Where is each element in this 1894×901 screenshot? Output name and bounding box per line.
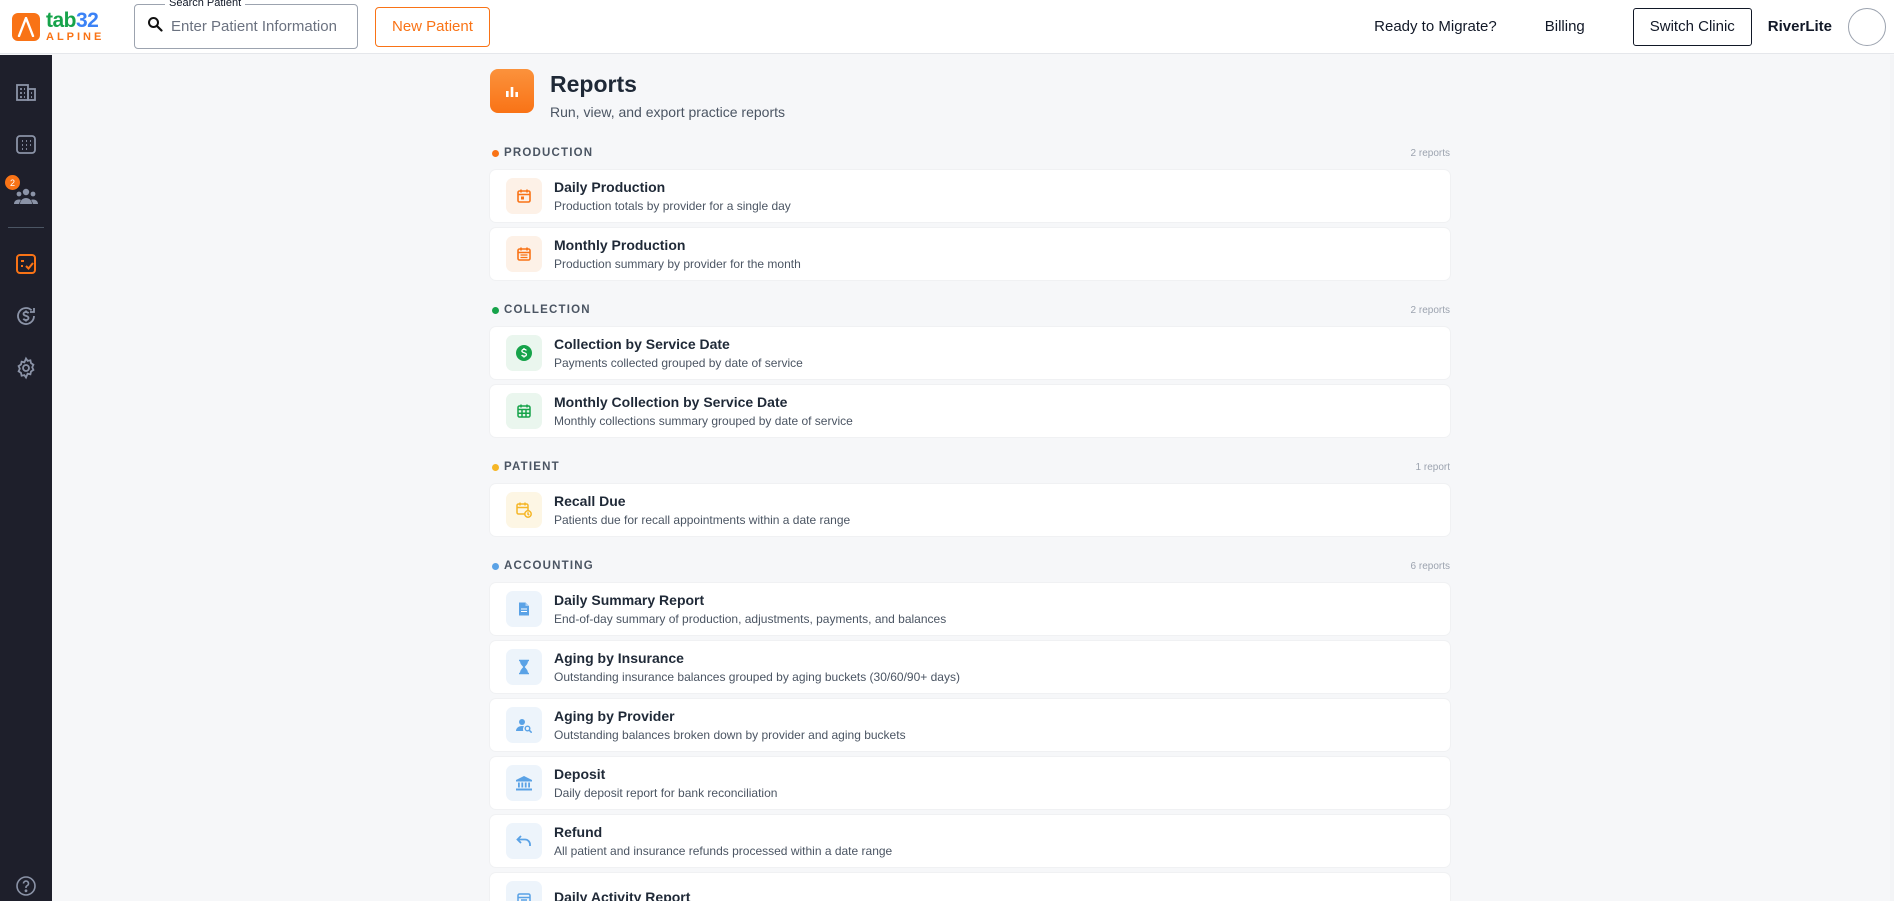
section-title: PRODUCTION bbox=[504, 147, 594, 159]
dollar-icon bbox=[506, 335, 542, 371]
section-dot bbox=[492, 149, 499, 157]
report-title: Daily Activity Report bbox=[554, 889, 691, 901]
report-title: Aging by Insurance bbox=[554, 650, 684, 666]
page-scrollbar[interactable] bbox=[1890, 55, 1894, 901]
report-daily-summary[interactable]: Daily Summary Report End-of-day summary … bbox=[490, 583, 1450, 635]
report-daily-activity[interactable]: Daily Activity Report bbox=[490, 873, 1450, 901]
logo-word-b: 32 bbox=[76, 9, 99, 32]
bar-chart-icon bbox=[490, 69, 534, 113]
report-description: Production totals by provider for a sing… bbox=[554, 199, 791, 213]
report-title: Daily Production bbox=[554, 179, 666, 195]
activity-icon bbox=[506, 881, 542, 901]
section-title: COLLECTION bbox=[504, 304, 591, 316]
section-dot bbox=[492, 463, 499, 471]
report-recall-due[interactable]: Recall Due Patients due for recall appoi… bbox=[490, 484, 1450, 536]
report-title: Monthly Collection by Service Date bbox=[554, 394, 788, 410]
report-description: All patient and insurance refunds proces… bbox=[554, 844, 893, 858]
clinic-name: RiverLite bbox=[1767, 18, 1832, 35]
logo-subtitle: ALPINE bbox=[46, 31, 105, 43]
report-title: Recall Due bbox=[554, 493, 626, 509]
search-icon bbox=[147, 16, 163, 37]
clinic-building-icon[interactable] bbox=[13, 78, 39, 104]
section-count: 2 reports bbox=[1410, 147, 1450, 159]
top-bar: tab32 ALPINE Search Patient New Patient … bbox=[0, 0, 1894, 54]
section-accounting: ACCOUNTING 6 reports bbox=[490, 558, 1450, 574]
calendar-recall-icon bbox=[506, 492, 542, 528]
page-header: Reports Run, view, and export practice r… bbox=[490, 69, 1450, 120]
report-collection-by-service-date[interactable]: Collection by Service Date Payments coll… bbox=[490, 327, 1450, 379]
section-production: PRODUCTION 2 reports bbox=[490, 145, 1450, 161]
page-title: Reports bbox=[550, 71, 637, 97]
reports-checklist-icon[interactable] bbox=[13, 251, 39, 277]
help-icon[interactable] bbox=[13, 873, 39, 899]
avatar[interactable] bbox=[1848, 7, 1886, 46]
section-title: ACCOUNTING bbox=[504, 560, 594, 572]
new-patient-button[interactable]: New Patient bbox=[375, 6, 490, 47]
billing-dollar-icon[interactable] bbox=[13, 303, 39, 329]
calendar-icon bbox=[506, 178, 542, 214]
section-count: 1 report bbox=[1415, 461, 1450, 473]
report-description: Production summary by provider for the m… bbox=[554, 257, 801, 271]
undo-icon bbox=[506, 823, 542, 859]
section-dot bbox=[492, 562, 499, 570]
report-deposit[interactable]: Deposit Daily deposit report for bank re… bbox=[490, 757, 1450, 809]
hourglass-icon bbox=[506, 649, 542, 685]
schedule-calendar-icon[interactable] bbox=[13, 131, 39, 157]
report-description: Payments collected grouped by date of se… bbox=[554, 356, 803, 370]
report-aging-by-provider[interactable]: Aging by Provider Outstanding balances b… bbox=[490, 699, 1450, 751]
report-daily-production[interactable]: Daily Production Production totals by pr… bbox=[490, 170, 1450, 222]
search-input[interactable] bbox=[171, 18, 351, 35]
logo-text: tab32 ALPINE bbox=[46, 10, 104, 43]
report-description: Patients due for recall appointments wit… bbox=[554, 513, 851, 527]
section-title: PATIENT bbox=[504, 461, 560, 473]
report-title: Daily Summary Report bbox=[554, 592, 705, 608]
report-monthly-production[interactable]: Monthly Production Production summary by… bbox=[490, 228, 1450, 280]
search-label: Search Patient bbox=[165, 0, 246, 9]
report-title: Refund bbox=[554, 824, 603, 840]
logo-word-a: tab bbox=[46, 9, 77, 32]
section-collection: COLLECTION 2 reports bbox=[490, 302, 1450, 318]
report-title: Collection by Service Date bbox=[554, 336, 730, 352]
section-count: 6 reports bbox=[1410, 560, 1450, 572]
sidebar: 2 bbox=[0, 55, 52, 901]
report-description: Outstanding balances broken down by prov… bbox=[554, 728, 906, 742]
patients-group-icon[interactable]: 2 bbox=[5, 175, 39, 209]
settings-gear-icon[interactable] bbox=[13, 355, 39, 381]
person-search-icon bbox=[506, 707, 542, 743]
billing-link[interactable]: Billing bbox=[1545, 18, 1585, 35]
bank-icon bbox=[506, 765, 542, 801]
report-description: End-of-day summary of production, adjust… bbox=[554, 612, 947, 626]
report-description: Monthly collections summary grouped by d… bbox=[554, 414, 853, 428]
sidebar-divider bbox=[8, 227, 44, 228]
reports-main: Reports Run, view, and export practice r… bbox=[490, 55, 1450, 901]
calendar-grid-icon bbox=[506, 393, 542, 429]
search-patient-box: Search Patient bbox=[134, 0, 358, 49]
section-count: 2 reports bbox=[1410, 304, 1450, 316]
ready-to-migrate-link[interactable]: Ready to Migrate? bbox=[1374, 18, 1497, 35]
report-title: Aging by Provider bbox=[554, 708, 675, 724]
report-refund[interactable]: Refund All patient and insurance refunds… bbox=[490, 815, 1450, 867]
section-dot bbox=[492, 306, 499, 314]
switch-clinic-button[interactable]: Switch Clinic bbox=[1632, 7, 1752, 46]
document-icon bbox=[506, 591, 542, 627]
report-title: Deposit bbox=[554, 766, 606, 782]
report-title: Monthly Production bbox=[554, 237, 686, 253]
calendar-month-icon bbox=[506, 236, 542, 272]
report-description: Daily deposit report for bank reconcilia… bbox=[554, 786, 778, 800]
logo-mark-icon bbox=[12, 12, 40, 41]
report-aging-by-insurance[interactable]: Aging by Insurance Outstanding insurance… bbox=[490, 641, 1450, 693]
page-subtitle: Run, view, and export practice reports bbox=[550, 104, 786, 120]
section-patient: PATIENT 1 report bbox=[490, 459, 1450, 475]
report-description: Outstanding insurance balances grouped b… bbox=[554, 670, 960, 684]
report-monthly-collection-by-service-date[interactable]: Monthly Collection by Service Date Month… bbox=[490, 385, 1450, 437]
app-logo[interactable]: tab32 ALPINE bbox=[12, 7, 120, 47]
patients-badge: 2 bbox=[5, 175, 20, 190]
